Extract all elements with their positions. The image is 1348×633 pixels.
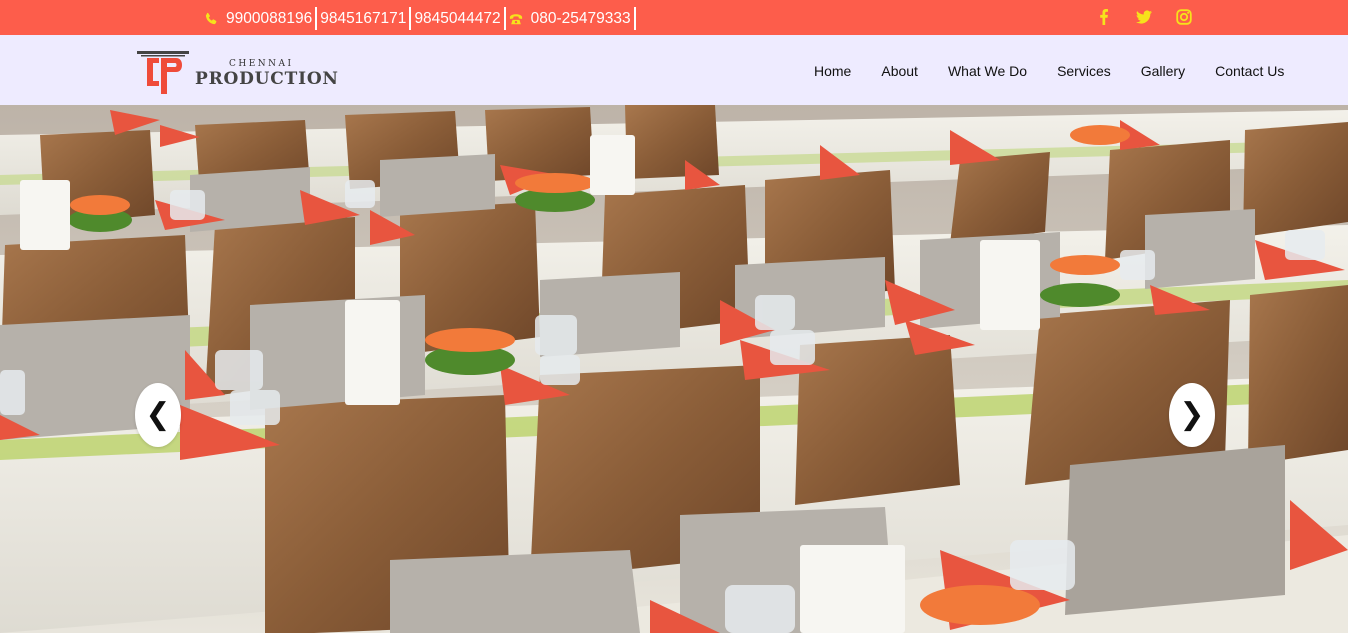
slider-prev-button[interactable]: ❮ (135, 383, 181, 447)
divider (503, 7, 506, 30)
phone-icon (204, 12, 218, 26)
slider-next-button[interactable]: ❯ (1169, 383, 1215, 447)
chevron-left-icon: ❮ (145, 397, 171, 432)
logo-title: PRODUCTION (195, 69, 339, 89)
divider (633, 7, 636, 30)
social-links (1095, 8, 1215, 26)
facebook-icon[interactable] (1095, 8, 1113, 26)
top-contact-bar: 9900088196 9845167171 9845044472 080-254… (0, 0, 1348, 35)
telephone-icon (509, 12, 523, 26)
landline-number[interactable]: 080-25479333 (531, 11, 634, 27)
twitter-icon[interactable] (1135, 8, 1153, 26)
logo-mark-icon (137, 51, 189, 94)
divider (315, 7, 318, 30)
hero-image (0, 105, 1348, 633)
phone-numbers: 9900088196 9845167171 9845044472 080-254… (204, 7, 639, 30)
nav-home[interactable]: Home (814, 63, 851, 79)
nav-gallery[interactable]: Gallery (1141, 63, 1185, 79)
divider (409, 7, 412, 30)
logo-subtitle: CHENNAI (229, 59, 294, 69)
chevron-right-icon: ❯ (1179, 397, 1205, 432)
site-header: CHENNAI PRODUCTION Home About What We Do… (0, 35, 1348, 105)
nav-contact-us[interactable]: Contact Us (1215, 63, 1284, 79)
logo[interactable]: CHENNAI PRODUCTION (137, 51, 338, 95)
phone-number-3[interactable]: 9845044472 (414, 11, 503, 27)
instagram-icon[interactable] (1175, 8, 1193, 26)
phone-number-2[interactable]: 9845167171 (320, 11, 409, 27)
phone-number-1[interactable]: 9900088196 (226, 11, 315, 27)
main-navigation: Home About What We Do Services Gallery C… (814, 63, 1284, 79)
nav-what-we-do[interactable]: What We Do (948, 63, 1027, 79)
nav-about[interactable]: About (881, 63, 918, 79)
hero-slider: ❮ ❯ (0, 105, 1348, 633)
nav-services[interactable]: Services (1057, 63, 1111, 79)
